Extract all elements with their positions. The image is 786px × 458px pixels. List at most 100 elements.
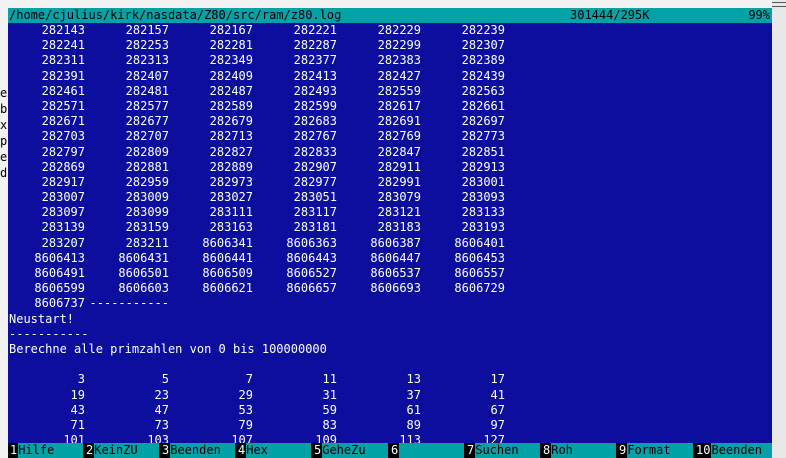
fkey-label: Hilfe <box>18 443 83 458</box>
prime-value: 282349 <box>209 53 253 68</box>
prime-value: 53 <box>238 402 253 417</box>
fkey-label: Beenden <box>170 443 235 458</box>
prime-value: 282487 <box>209 83 253 98</box>
menu-icon[interactable] <box>772 2 786 7</box>
prime-value: 3 <box>77 372 85 387</box>
prime-value: 282869 <box>41 159 85 174</box>
prime-value: 282671 <box>41 114 85 129</box>
fkey-10[interactable]: 10 Beenden <box>694 443 772 458</box>
prime-value: 8606693 <box>370 281 421 296</box>
file-content[interactable]: 282143 282157 282167 282221 282229 282239 2822… <box>9 23 769 443</box>
prime-value: 283181 <box>293 220 337 235</box>
fkey-1[interactable]: 1 Hilfe <box>8 443 83 458</box>
prime-value: 11 <box>322 372 337 387</box>
fkey-label: Suchen <box>475 443 540 458</box>
fkey-number: 3 <box>160 443 171 458</box>
prime-value: 282827 <box>209 144 253 159</box>
prime-value: 83 <box>322 417 337 432</box>
fkey-number: 8 <box>541 443 552 458</box>
prime-value: 19 <box>70 387 85 402</box>
prime-value: 47 <box>154 402 169 417</box>
prime-value: 103 <box>147 433 169 443</box>
scroll-percent: 99% <box>748 8 770 22</box>
number-row: 282311 282313 282349 282377 282383 282389 <box>9 53 769 68</box>
fkey-5[interactable]: 5 GeheZu <box>312 443 388 458</box>
prime-value: 282677 <box>125 114 169 129</box>
number-row: 283139 283159 283163 283181 283183 283193 <box>9 220 769 235</box>
prime-value: 8606537 <box>370 266 421 280</box>
number-row: 43 47 53 59 61 67 <box>9 403 769 418</box>
prime-value: 283099 <box>125 205 169 220</box>
number-row: 282797 282809 282827 282833 282847 282851 <box>9 145 769 160</box>
prime-value: 41 <box>490 387 505 402</box>
prime-value: 8606401 <box>454 235 505 250</box>
fkey-6[interactable]: 6 <box>389 443 464 458</box>
prime-value: 282281 <box>209 38 253 53</box>
prime-value: 282439 <box>461 68 505 83</box>
prime-value: 282767 <box>293 129 337 144</box>
prime-value: 283001 <box>461 174 505 189</box>
prime-value: 283051 <box>293 190 337 205</box>
number-row: 101 103 107 109 113 127 <box>9 433 769 443</box>
fkey-label: Beenden <box>711 443 772 458</box>
fkey-8[interactable]: 8 Roh <box>541 443 616 458</box>
prime-value: 283027 <box>209 190 253 205</box>
number-row: 283097 283099 283111 283117 283121 283133 <box>9 205 769 220</box>
prime-value: 282461 <box>41 83 85 98</box>
function-key-bar: 1 Hilfe 2 KeinZU 3 Beenden 4 Hex 5 GeheZu 6 7 Suchen… <box>8 443 772 458</box>
prime-value: 8606431 <box>118 250 169 265</box>
fkey-number: 4 <box>236 443 247 458</box>
fkey-number: 7 <box>465 443 476 458</box>
prime-value: 59 <box>322 402 337 417</box>
prime-value: 282143 <box>41 23 85 37</box>
prime-value: 8606737 <box>34 296 85 311</box>
prime-value: 282481 <box>125 83 169 98</box>
prime-value: 282991 <box>377 174 421 189</box>
prime-value: 283121 <box>377 205 421 220</box>
prime-value: 8606599 <box>34 281 85 296</box>
fkey-label: GeheZu <box>322 443 388 458</box>
fkey-number: 5 <box>312 443 323 458</box>
prime-value: 282427 <box>377 68 421 83</box>
prime-value: 282287 <box>293 38 337 53</box>
prime-value: 17 <box>490 372 505 387</box>
prime-value: 282913 <box>461 159 505 174</box>
prime-value: 7 <box>245 372 253 387</box>
prime-value: 73 <box>154 417 169 432</box>
prime-value: 282377 <box>293 53 337 68</box>
number-row: 282671 282677 282679 282683 282691 282697 <box>9 114 769 129</box>
number-row: 282461 282481 282487 282493 282559 282563 <box>9 84 769 99</box>
fkey-number: 9 <box>617 443 628 458</box>
prime-value: 282241 <box>41 38 85 53</box>
prime-value: 107 <box>231 433 253 443</box>
number-row: 3 5 7 11 13 17 <box>9 372 769 387</box>
prime-value: 97 <box>490 417 505 432</box>
file-viewer[interactable]: /home/cjulius/kirk/nasdata/Z80/src/ram/z… <box>8 8 772 458</box>
prime-value: 282911 <box>377 159 421 174</box>
file-path: /home/cjulius/kirk/nasdata/Z80/src/ram/z… <box>9 8 342 22</box>
fkey-3[interactable]: 3 Beenden <box>160 443 235 458</box>
prime-value: 282307 <box>461 38 505 53</box>
prime-value: 282229 <box>377 23 421 37</box>
restart-message-text: Neustart! <box>9 311 75 326</box>
fkey-7[interactable]: 7 Suchen <box>465 443 540 458</box>
fkey-9[interactable]: 9 Format <box>617 443 693 458</box>
prime-value: 282559 <box>377 83 421 98</box>
prime-value: 282907 <box>293 159 337 174</box>
prime-value: 283097 <box>41 205 85 220</box>
prime-value: 282413 <box>293 68 337 83</box>
prime-value: 282571 <box>41 98 85 113</box>
number-row: 8606599 8606603 8606621 8606657 8606693 86067… <box>9 281 769 296</box>
prime-value: 43 <box>70 402 85 417</box>
prime-value: 101 <box>63 433 85 443</box>
fkey-2[interactable]: 2 KeinZU <box>84 443 159 458</box>
prime-value: 8606443 <box>286 250 337 265</box>
prime-value: 282713 <box>209 129 253 144</box>
background-scrollbar[interactable] <box>772 0 786 458</box>
prime-value: 8606441 <box>202 250 253 265</box>
prime-value: 31 <box>322 387 337 402</box>
fkey-4[interactable]: 4 Hex <box>236 443 311 458</box>
prime-value: 282833 <box>293 144 337 159</box>
prime-value: 282977 <box>293 174 337 189</box>
